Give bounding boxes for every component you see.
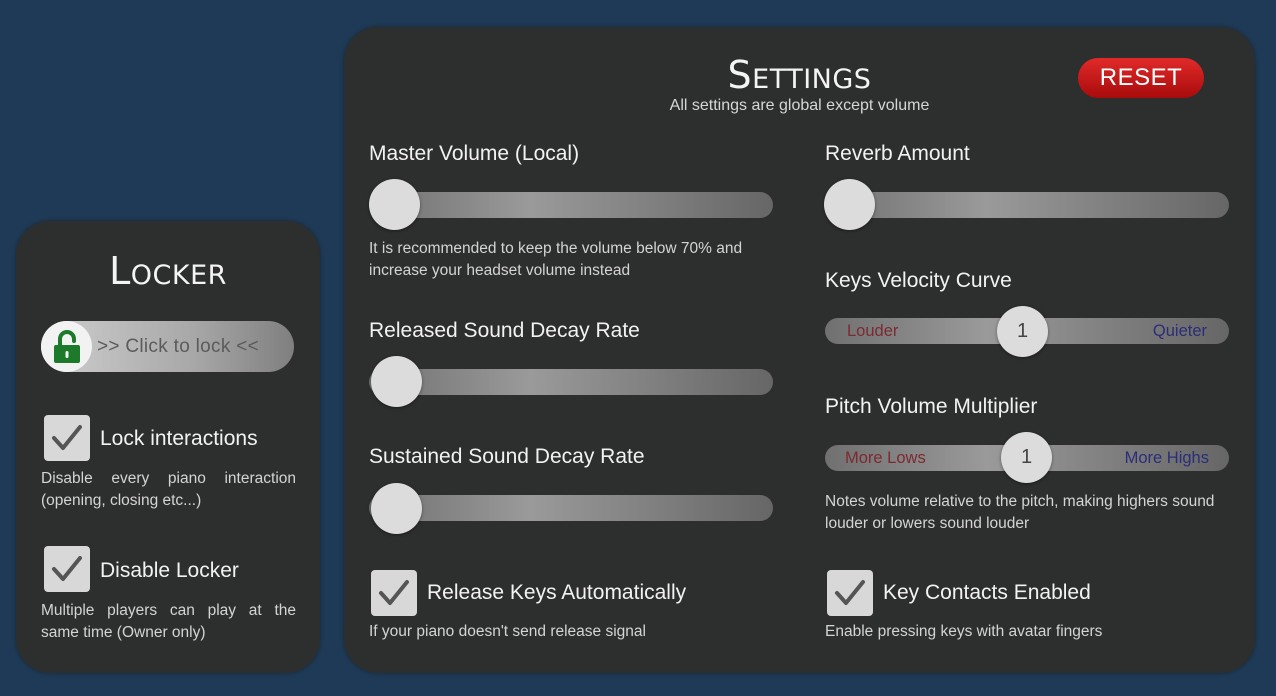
disable-locker-checkbox[interactable] — [44, 546, 90, 592]
locker-panel: Locker >> Click to lock << Lock interact… — [16, 221, 320, 673]
master-volume-label: Master Volume (Local) — [369, 142, 580, 165]
released-decay-label: Released Sound Decay Rate — [369, 319, 640, 342]
reverb-label: Reverb Amount — [825, 142, 970, 165]
disable-locker-description: Multiple players can play at the same ti… — [41, 602, 296, 641]
sustained-decay-label: Sustained Sound Decay Rate — [369, 445, 645, 468]
released-decay-slider-track[interactable] — [369, 369, 773, 395]
key-contacts-label: Key Contacts Enabled — [883, 581, 1091, 604]
checkmark-icon — [52, 425, 82, 450]
reverb-slider-track[interactable] — [825, 192, 1229, 218]
lock-toggle-button[interactable]: >> Click to lock << — [41, 321, 294, 372]
locker-title: Locker — [109, 249, 227, 293]
settings-panel: Settings All settings are global except … — [344, 27, 1255, 673]
reset-button[interactable]: RESET — [1078, 58, 1204, 98]
release-keys-description: If your piano doesn't send release signa… — [369, 623, 646, 640]
reverb-slider-thumb[interactable] — [824, 179, 875, 230]
master-volume-slider-thumb[interactable] — [369, 179, 420, 230]
sustained-decay-slider-track[interactable] — [369, 495, 773, 521]
release-keys-label: Release Keys Automatically — [427, 581, 687, 604]
pitch-more-highs-label: More Highs — [1124, 449, 1209, 467]
sustained-decay-slider-thumb[interactable] — [371, 483, 422, 534]
key-contacts-description: Enable pressing keys with avatar fingers — [825, 623, 1103, 640]
released-decay-slider-thumb[interactable] — [371, 356, 422, 407]
pitch-volume-slider-thumb[interactable]: 1 — [1001, 432, 1052, 483]
velocity-louder-label: Louder — [847, 322, 899, 340]
velocity-curve-slider-thumb[interactable]: 1 — [997, 306, 1048, 357]
pitch-volume-label: Pitch Volume Multiplier — [825, 395, 1038, 418]
velocity-curve-label: Keys Velocity Curve — [825, 269, 1012, 292]
master-volume-note: It is recommended to keep the volume bel… — [369, 240, 743, 279]
lock-interactions-checkbox[interactable] — [44, 415, 90, 461]
checkmark-icon — [835, 580, 865, 605]
velocity-quieter-label: Quieter — [1152, 322, 1207, 340]
key-contacts-checkbox[interactable] — [827, 570, 873, 616]
release-keys-checkbox[interactable] — [371, 570, 417, 616]
settings-subtitle: All settings are global except volume — [669, 97, 930, 114]
pitch-more-lows-label: More Lows — [845, 449, 926, 467]
lock-interactions-description: Disable every piano interaction (opening… — [41, 470, 296, 509]
checkmark-icon — [379, 580, 409, 605]
unlocked-padlock-icon — [41, 321, 92, 372]
checkmark-icon — [52, 556, 82, 581]
master-volume-slider-track[interactable] — [369, 192, 773, 218]
disable-locker-label: Disable Locker — [100, 559, 239, 582]
lock-button-label: >> Click to lock << — [97, 336, 259, 357]
pitch-volume-note: Notes volume relative to the pitch, maki… — [825, 493, 1215, 532]
lock-interactions-label: Lock interactions — [100, 427, 258, 450]
